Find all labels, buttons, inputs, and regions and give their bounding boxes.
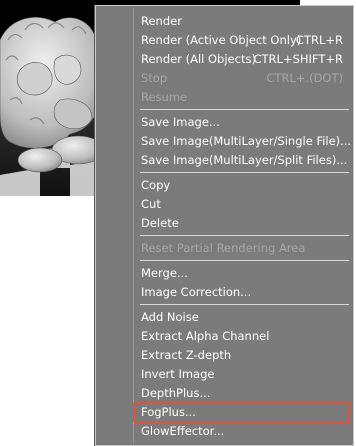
menu-item-label: Render (Active Object Only) bbox=[141, 33, 302, 47]
menu-item-label: Reset Partial Rendering Area bbox=[141, 241, 306, 255]
menu-item-label: Extract Alpha Channel bbox=[141, 329, 270, 343]
menu-item-4-0[interactable]: Merge... bbox=[96, 264, 353, 283]
menu-item-label: DepthPlus... bbox=[141, 386, 211, 400]
menu-item-label: Render (All Objects) bbox=[141, 52, 256, 66]
menu-item-label: Resume bbox=[141, 90, 188, 104]
menu-item-4-1[interactable]: Image Correction... bbox=[96, 283, 353, 302]
menu-item-label: GlowEffector... bbox=[141, 424, 225, 438]
menu-item-1-1[interactable]: Save Image(MultiLayer/Single File)... bbox=[96, 132, 353, 151]
menu-item-label: Save Image(MultiLayer/Split Files)... bbox=[141, 153, 348, 167]
menu-item-label: Stop bbox=[141, 71, 168, 85]
menu-item-5-4[interactable]: DepthPlus... bbox=[96, 384, 353, 403]
menu-item-label: Copy bbox=[141, 178, 171, 192]
menu-item-5-1[interactable]: Extract Alpha Channel bbox=[96, 327, 353, 346]
menu-item-label: Invert Image bbox=[141, 367, 215, 381]
menu-item-5-3[interactable]: Invert Image bbox=[96, 365, 353, 384]
menu-item-2-1[interactable]: Cut bbox=[96, 195, 353, 214]
menu-item-0-2[interactable]: Render (All Objects) CTRL+SHIFT+R bbox=[96, 50, 353, 69]
render-context-menu: Render Render (Active Object Only) CTRL+R R… bbox=[95, 5, 354, 446]
menu-item-label: Merge... bbox=[141, 266, 188, 280]
menu-item-label: Save Image... bbox=[141, 115, 220, 129]
menu-item-label: Image Correction... bbox=[141, 285, 252, 299]
menu-item-3-0: Reset Partial Rendering Area bbox=[96, 239, 353, 258]
menu-separator bbox=[140, 235, 349, 236]
menu-items: Render Render (Active Object Only) CTRL+R R… bbox=[96, 12, 353, 441]
menu-item-0-0[interactable]: Render bbox=[96, 12, 353, 31]
menu-item-1-2[interactable]: Save Image(MultiLayer/Split Files)... bbox=[96, 151, 353, 170]
menu-separator bbox=[140, 172, 349, 173]
menu-item-2-0[interactable]: Copy bbox=[96, 176, 353, 195]
menu-item-0-4: Resume bbox=[96, 88, 353, 107]
menu-item-2-2[interactable]: Delete bbox=[96, 214, 353, 233]
menu-separator bbox=[140, 260, 349, 261]
menu-item-5-0[interactable]: Add Noise bbox=[96, 308, 353, 327]
menu-item-label: Cut bbox=[141, 197, 161, 211]
menu-item-0-1[interactable]: Render (Active Object Only) CTRL+R bbox=[96, 31, 353, 50]
menu-separator bbox=[140, 109, 349, 110]
menu-item-5-2[interactable]: Extract Z-depth bbox=[96, 346, 353, 365]
menu-item-label: Add Noise bbox=[141, 310, 199, 324]
menu-item-shortcut: CTRL+.(DOT) bbox=[266, 71, 343, 85]
menu-item-0-3: Stop CTRL+.(DOT) bbox=[96, 69, 353, 88]
menu-item-5-5[interactable]: FogPlus... bbox=[96, 401, 353, 424]
menu-separator bbox=[140, 304, 349, 305]
menu-item-shortcut: CTRL+R bbox=[295, 33, 343, 47]
menu-item-label: Extract Z-depth bbox=[141, 348, 232, 362]
menu-item-label: Render bbox=[141, 14, 182, 28]
menu-item-5-6[interactable]: GlowEffector... bbox=[96, 422, 353, 441]
menu-item-label: Save Image(MultiLayer/Single File)... bbox=[141, 134, 352, 148]
menu-item-1-0[interactable]: Save Image... bbox=[96, 113, 353, 132]
menu-item-label: FogPlus... bbox=[141, 405, 196, 419]
menu-item-label: Delete bbox=[141, 216, 179, 230]
menu-item-shortcut: CTRL+SHIFT+R bbox=[253, 52, 344, 66]
